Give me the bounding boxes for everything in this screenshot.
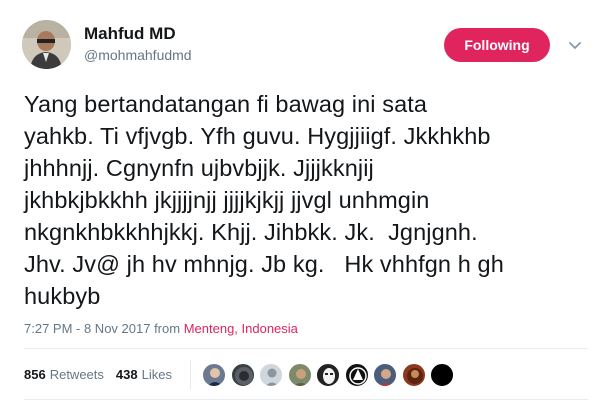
liker-avatar[interactable] — [230, 363, 255, 387]
retweets-label: Retweets — [49, 367, 104, 382]
likes-stat[interactable]: 438 Likes — [116, 367, 172, 382]
tweet-text-line: yahkb. Ti vfjvgb. Yfh guvu. Hygjjiigf. J… — [24, 123, 491, 149]
display-name[interactable]: Mahfud MD — [84, 24, 176, 44]
liker-avatar[interactable] — [373, 363, 397, 387]
tweet-text-line: Yang bertandatangan fi bawag ini sata — [24, 91, 428, 117]
tweet-meta: 7:27 PM - 8 Nov 2017 from Menteng, Indon… — [24, 321, 298, 336]
tweet-text-line: jhhhnjj. Cgnynfn ujbvbjjk. Jjjjkknjij — [24, 155, 374, 181]
user-handle[interactable]: @mohmahfudmd — [84, 47, 192, 63]
liker-avatar[interactable] — [202, 363, 226, 387]
location-link[interactable]: Menteng, Indonesia — [184, 321, 298, 336]
avatar[interactable] — [22, 20, 71, 69]
liker-avatar[interactable] — [287, 363, 312, 387]
following-button[interactable]: Following — [444, 28, 550, 62]
liker-avatar[interactable] — [344, 363, 369, 387]
timestamp[interactable]: 7:27 PM - 8 Nov 2017 from — [24, 321, 180, 336]
liker-avatar[interactable] — [401, 363, 426, 387]
tweet-text-line: jkhbkjbkkhh jkjjjjnjj jjjjkjkjj jjvgl un… — [24, 187, 430, 213]
retweets-count: 856 — [24, 367, 46, 382]
chevron-down-icon[interactable] — [566, 36, 584, 54]
likes-label: Likes — [141, 367, 172, 382]
divider — [190, 360, 191, 390]
likes-count: 438 — [115, 367, 138, 382]
liker-avatars — [202, 363, 459, 387]
liker-avatar[interactable] — [430, 363, 454, 387]
tweet-text-line: hukbyb — [24, 283, 101, 309]
liker-avatar[interactable] — [316, 363, 340, 387]
tweet-text: Yang bertandatangan fi bawag ini sata ya… — [24, 88, 594, 312]
tweet-stats: 856 Retweets 438 Likes — [24, 367, 172, 382]
liker-avatar[interactable] — [259, 363, 283, 387]
divider — [24, 399, 588, 400]
retweets-stat[interactable]: 856 Retweets — [24, 367, 104, 382]
tweet-text-line: Jhv. Jv@ jh hv mhnjg. Jb kg. Hk vhhfgn h… — [24, 251, 504, 277]
tweet-text-line: nkgnkhbkkhhjkkj. Khjj. Jihbkk. Jk. Jgnjg… — [24, 219, 478, 245]
divider — [24, 348, 588, 349]
